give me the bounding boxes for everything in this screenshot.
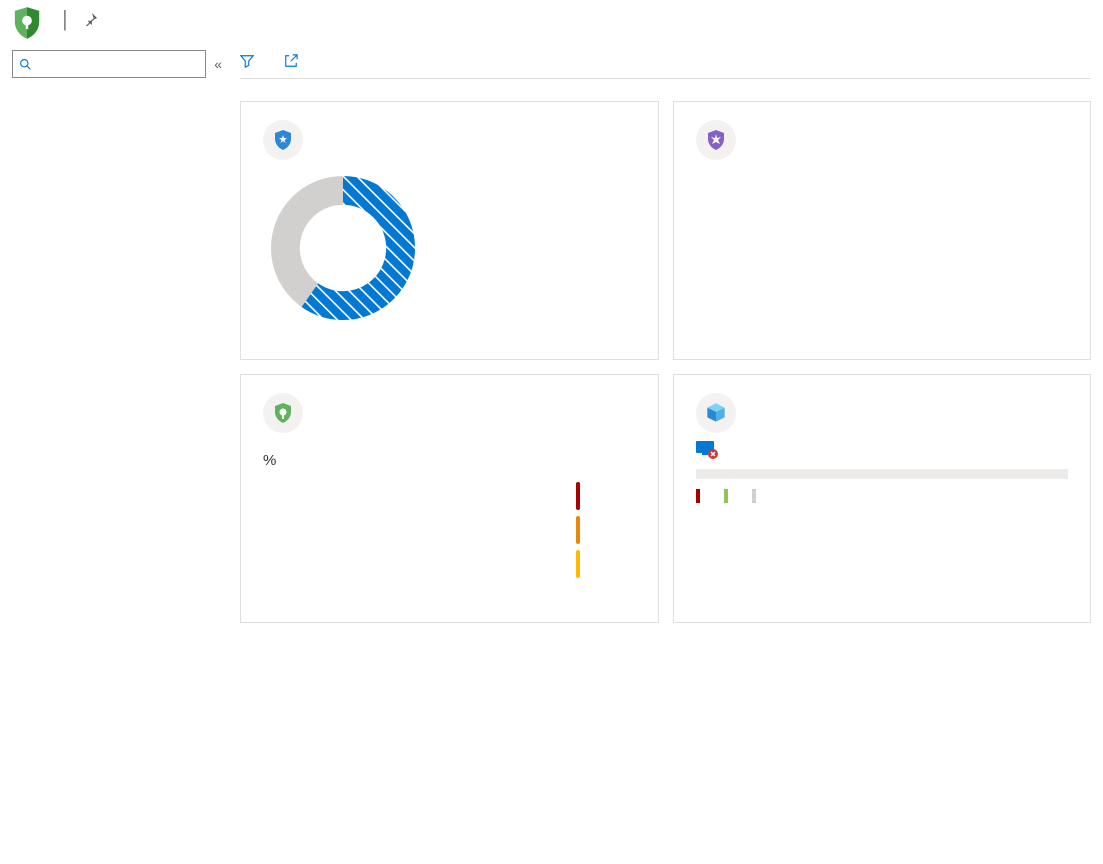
filter-icon xyxy=(240,54,254,68)
search-icon xyxy=(19,58,32,71)
collapse-sidebar-icon[interactable]: « xyxy=(214,56,222,72)
workload-badge-icon xyxy=(263,393,303,433)
toolbar xyxy=(240,50,1091,79)
external-link-icon xyxy=(284,54,298,68)
title-separator: | xyxy=(62,6,68,32)
subscriptions-button[interactable] xyxy=(240,54,260,68)
inventory-legend xyxy=(696,489,1069,503)
compliance-card xyxy=(673,101,1092,360)
search-input-wrapper[interactable] xyxy=(12,50,206,78)
workload-card: % xyxy=(240,374,659,623)
secure-score-card xyxy=(240,101,659,360)
page-header: | xyxy=(12,0,1091,44)
inventory-health-bar xyxy=(696,469,1069,479)
alerts-chart xyxy=(263,482,562,591)
compliance-badge-icon xyxy=(696,120,736,160)
inventory-badge-icon xyxy=(696,393,736,433)
search-input[interactable] xyxy=(36,56,199,72)
defender-shield-icon xyxy=(12,6,42,40)
whats-new-button[interactable] xyxy=(284,54,304,68)
severity-legend xyxy=(576,482,636,591)
sidebar: « xyxy=(12,50,222,88)
inventory-card xyxy=(673,374,1092,623)
secure-score-donut xyxy=(263,168,423,328)
secure-score-badge-icon xyxy=(263,120,303,160)
pin-icon[interactable] xyxy=(84,12,98,26)
main-content: % xyxy=(240,50,1091,623)
vm-error-icon xyxy=(696,441,718,459)
